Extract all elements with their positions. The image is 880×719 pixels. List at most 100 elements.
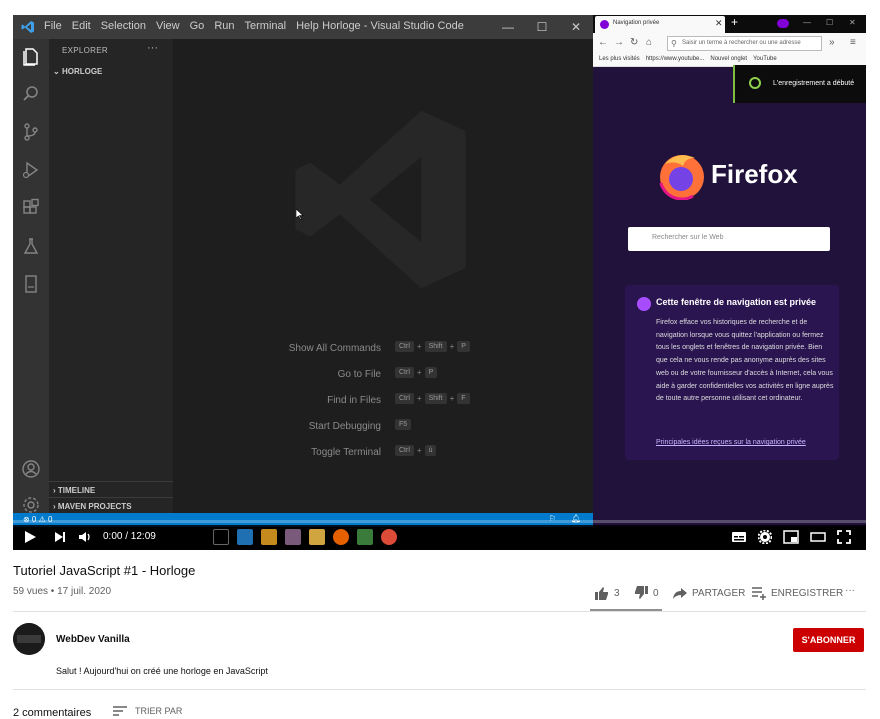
shortcut-keys: Ctrl + P [395, 367, 438, 378]
back-icon[interactable]: ← [598, 37, 608, 48]
account-icon[interactable] [21, 459, 41, 479]
recording-text: L'enregistrement a débuté [773, 80, 855, 87]
key: Ctrl [395, 367, 414, 378]
minimize-icon[interactable]: — [803, 18, 811, 27]
card-title: Cette fenêtre de navigation est privée [656, 297, 817, 307]
shortcut-keys: Ctrl + Shift + F [395, 393, 470, 404]
key: Shift [424, 341, 447, 352]
forward-icon[interactable]: → [614, 37, 624, 48]
save-button[interactable]: ENREGISTRER [751, 585, 843, 601]
testing-flask-icon[interactable] [21, 236, 41, 256]
tab-private-browsing[interactable]: Navigation privée ✕ [595, 16, 725, 33]
vscode-window: File Edit Selection View Go Run Terminal… [13, 15, 593, 527]
dislike-button[interactable]: 0 [633, 585, 659, 601]
vscode-explorer: EXPLORER ··· ⌄ HORLOGE › TIMELINE › MAVE… [49, 39, 173, 513]
maximize-icon[interactable]: ☐ [525, 15, 559, 39]
web-search-input[interactable]: Rechercher sur le Web [628, 227, 830, 251]
vscode-window-title: Horloge - Visual Studio Code [322, 20, 464, 32]
miniplayer-icon[interactable] [783, 530, 799, 544]
overflow-chevron-icon[interactable]: » [829, 37, 835, 48]
share-label: PARTAGER [692, 587, 746, 599]
task-view-icon [213, 529, 229, 545]
menu-file[interactable]: File [44, 20, 62, 32]
close-tab-icon[interactable]: ✕ [715, 18, 723, 29]
player-controls: 0:00 / 12:09 [13, 525, 866, 550]
private-browsing-info-card: Cette fenêtre de navigation est privée F… [625, 285, 839, 460]
video-title: Tutoriel JavaScript #1 - Horloge [13, 563, 196, 578]
volume-icon[interactable] [78, 530, 94, 544]
menu-view[interactable]: View [156, 20, 180, 32]
video-meta: 59 vues • 17 juil. 2020 [13, 586, 112, 597]
theater-mode-icon[interactable] [810, 530, 826, 544]
menu-edit[interactable]: Edit [72, 20, 91, 32]
url-bar[interactable]: ⚲ Saisir un terme à rechercher ou une ad… [667, 36, 822, 51]
close-icon[interactable]: ✕ [849, 18, 856, 27]
sort-comments-button[interactable]: TRIER PAR [113, 706, 182, 716]
sort-label: TRIER PAR [135, 706, 183, 716]
app-taskbar-icon [285, 529, 301, 545]
video-description: Salut ! Aujourd'hui on créé une horloge … [56, 666, 268, 676]
private-browsing-myths-link[interactable]: Principales idées reçues sur la navigati… [656, 439, 806, 446]
menu-terminal[interactable]: Terminal [245, 20, 287, 32]
fullscreen-icon[interactable] [837, 530, 851, 544]
command-hint-label: Show All Commands [288, 343, 381, 354]
extensions-icon[interactable] [21, 198, 41, 218]
divider [13, 689, 866, 690]
key: Ctrl [395, 393, 414, 404]
reload-icon[interactable]: ↻ [630, 37, 638, 48]
files-icon[interactable] [21, 46, 41, 66]
menu-selection[interactable]: Selection [101, 20, 146, 32]
bookmark-most-visited[interactable]: Les plus visités [599, 56, 640, 66]
channel-name[interactable]: WebDev Vanilla [56, 634, 130, 645]
sort-icon [113, 706, 127, 716]
new-tab-icon[interactable]: + [731, 15, 738, 29]
private-browsing-icon [777, 19, 789, 28]
share-button[interactable]: PARTAGER [672, 585, 745, 601]
channel-avatar[interactable] [13, 623, 45, 655]
command-hint-label: Start Debugging [308, 421, 381, 432]
playlist-add-icon [752, 587, 766, 600]
minimize-icon[interactable]: — [491, 15, 525, 39]
firefox-wordmark: Firefox [711, 159, 798, 189]
hamburger-menu-icon[interactable]: ≡ [850, 37, 856, 48]
play-icon[interactable] [23, 530, 37, 544]
firefox-logo-icon [658, 153, 706, 200]
sublime-taskbar-icon [261, 529, 277, 545]
vscode-watermark-icon [295, 110, 466, 289]
firefox-nav-bar: ← → ↻ ⌂ ⚲ Saisir un terme à rechercher o… [593, 33, 866, 54]
more-options-icon[interactable]: ··· [845, 585, 855, 596]
more-actions-icon[interactable]: ··· [147, 42, 158, 54]
subscribe-button[interactable]: S'ABONNER [793, 628, 864, 652]
shortcut-keys: Ctrl + Shift + P [395, 341, 470, 352]
settings-gear-icon[interactable] [758, 530, 772, 544]
home-icon[interactable]: ⌂ [646, 37, 652, 48]
recording-icon [749, 77, 761, 89]
menu-go[interactable]: Go [190, 20, 205, 32]
explorer-title: EXPLORER [62, 46, 108, 55]
section-timeline[interactable]: › TIMELINE [49, 481, 173, 497]
firefox-taskbar-icon [333, 529, 349, 545]
vscode-activity-bar [13, 39, 49, 513]
firefox-tab-bar: Navigation privée ✕ + — ☐ ✕ [593, 15, 866, 33]
like-button[interactable]: 3 [594, 585, 620, 601]
section-maven-projects[interactable]: › MAVEN PROJECTS [49, 497, 173, 513]
video-player[interactable]: File Edit Selection View Go Run Terminal… [13, 15, 866, 550]
menu-run[interactable]: Run [214, 20, 234, 32]
maximize-icon[interactable]: ☐ [826, 18, 833, 27]
run-debug-icon[interactable] [21, 160, 41, 180]
section-maven-label: MAVEN PROJECTS [57, 502, 132, 511]
section-timeline-label: TIMELINE [57, 486, 96, 495]
next-icon[interactable] [53, 530, 67, 544]
close-icon[interactable]: ✕ [559, 15, 593, 39]
gear-icon[interactable] [21, 495, 41, 515]
vscode-taskbar-icon [237, 529, 253, 545]
subtitles-icon[interactable] [731, 530, 747, 544]
video-progress-bar[interactable] [13, 520, 866, 523]
private-mask-icon [637, 297, 651, 311]
source-control-icon[interactable] [21, 122, 41, 142]
bookmark-youtube-url[interactable]: https://www.youtube... [646, 56, 705, 66]
search-icon[interactable] [21, 84, 41, 104]
folder-horloge[interactable]: ⌄ HORLOGE [53, 67, 102, 76]
notebook-icon[interactable] [21, 274, 41, 294]
key: P [457, 341, 470, 352]
